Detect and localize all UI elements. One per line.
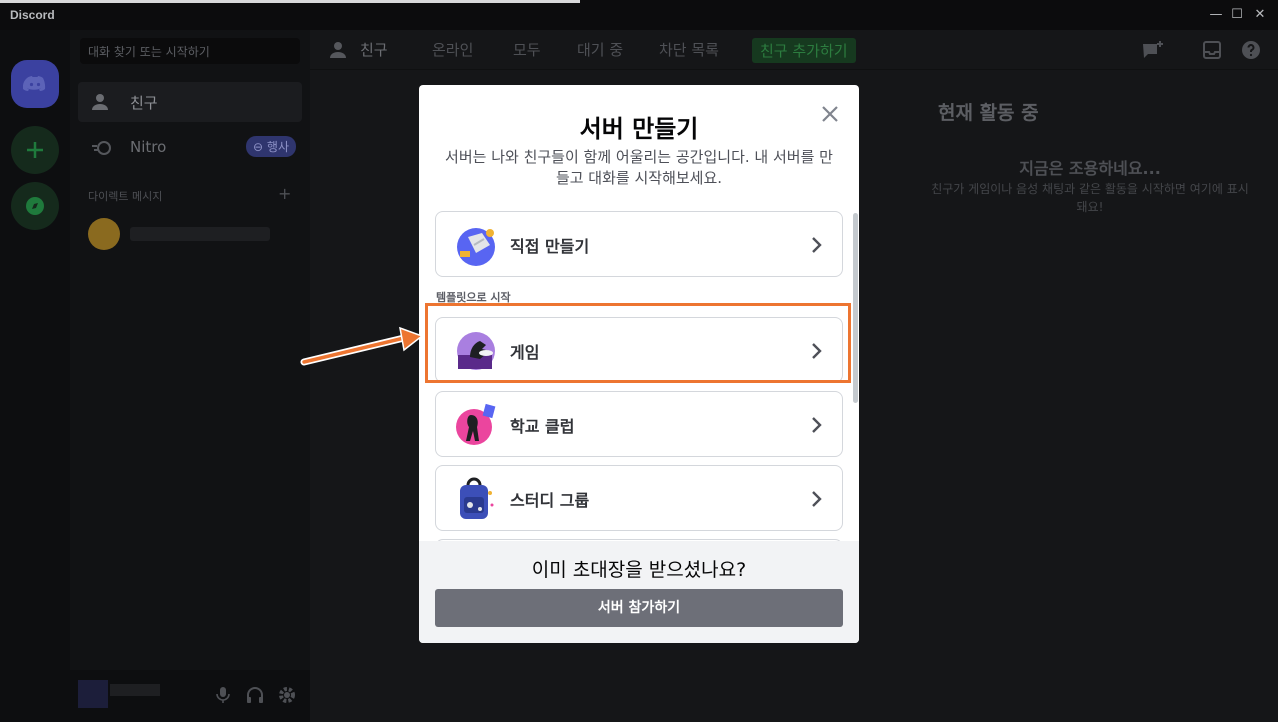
- friends-icon: [330, 42, 346, 58]
- server-list: [0, 30, 70, 722]
- modal-scrollbar[interactable]: [853, 213, 858, 403]
- new-group-dm-icon[interactable]: [1142, 40, 1164, 60]
- explore-servers-button[interactable]: [11, 182, 59, 230]
- tab-blocked[interactable]: 차단 목록: [659, 39, 719, 60]
- inbox-icon[interactable]: [1202, 40, 1222, 60]
- tab-online[interactable]: 온라인: [432, 39, 473, 60]
- chevron-right-icon: [812, 237, 822, 253]
- compass-icon: [26, 197, 44, 215]
- active-now-empty-title: 지금은 조용하네요...: [1019, 159, 1161, 178]
- template-school-club-option[interactable]: 학교 클럽: [435, 391, 843, 457]
- invite-question: 이미 초대장을 받으셨나요?: [531, 559, 747, 581]
- annotation-arrow-icon: [300, 326, 424, 366]
- modal-title: 서버 만들기: [579, 115, 699, 143]
- join-server-button[interactable]: 서버 참가하기: [435, 589, 843, 627]
- modal-description: 서버는 나와 친구들이 함께 어울리는 공간입니다. 내 서버를 만들고 대화를…: [445, 148, 833, 187]
- friends-icon: [92, 94, 108, 110]
- tab-pending[interactable]: 대기 중: [577, 39, 623, 60]
- study-group-icon: [460, 477, 494, 519]
- template-study-group-option[interactable]: 스터디 그룹: [435, 465, 843, 531]
- create-own-option[interactable]: 직접 만들기: [435, 211, 843, 277]
- user-panel: [70, 670, 310, 722]
- nitro-promo-badge: ⊖ 행사: [246, 136, 296, 157]
- avatar[interactable]: [78, 680, 108, 708]
- dm-search-input[interactable]: 대화 찾기 또는 시작하기: [80, 38, 300, 64]
- gaming-option-highlight: [425, 303, 851, 383]
- microphone-icon[interactable]: [216, 686, 230, 704]
- option-label: 직접 만들기: [510, 237, 590, 256]
- sidebar-item-label: 친구: [130, 94, 158, 112]
- friends-topbar: 친구 온라인 모두 대기 중 차단 목록 친구 추가하기: [310, 30, 1278, 70]
- top-strip: [0, 0, 580, 3]
- dm-section-header: 다이렉트 메시지: [88, 190, 163, 203]
- add-friend-button[interactable]: 친구 추가하기: [752, 38, 856, 63]
- gear-icon[interactable]: [278, 686, 296, 704]
- plus-icon: [27, 142, 43, 158]
- modal-footer: 이미 초대장을 받으셨나요? 서버 참가하기: [419, 541, 859, 643]
- title-bar: Discord — ☐ ✕: [0, 0, 1278, 30]
- option-label: 학교 클럽: [510, 417, 575, 436]
- school-club-icon: [456, 403, 496, 445]
- nitro-icon: [92, 141, 111, 155]
- minimize-button[interactable]: —: [1208, 7, 1224, 23]
- discord-logo-icon: [23, 76, 46, 91]
- option-label: 스터디 그룹: [510, 491, 590, 510]
- app-name: Discord: [10, 8, 55, 22]
- add-server-button[interactable]: [11, 126, 59, 174]
- sidebar-item-label: Nitro: [130, 138, 167, 156]
- headphones-icon[interactable]: [246, 686, 264, 704]
- chevron-right-icon: [812, 491, 822, 507]
- username-redacted: [110, 684, 160, 696]
- dm-sidebar: 대화 찾기 또는 시작하기 친구 Nitro ⊖ 행사 다이렉트 메시지 +: [70, 30, 310, 722]
- maximize-button[interactable]: ☐: [1229, 7, 1245, 23]
- sidebar-item-nitro[interactable]: Nitro ⊖ 행사: [78, 128, 302, 168]
- active-now-title: 현재 활동 중: [938, 102, 1039, 124]
- avatar[interactable]: [88, 218, 120, 250]
- tab-all[interactable]: 모두: [513, 39, 541, 60]
- dm-username-redacted[interactable]: [130, 227, 270, 241]
- close-window-button[interactable]: ✕: [1252, 7, 1268, 23]
- home-button[interactable]: [11, 60, 59, 108]
- chevron-right-icon: [812, 417, 822, 433]
- create-dm-button[interactable]: +: [278, 184, 291, 203]
- sidebar-item-friends[interactable]: 친구: [78, 82, 302, 122]
- active-now-empty-desc: 친구가 게임이나 음성 채팅과 같은 활동을 시작하면 여기에 표시돼요!: [931, 182, 1249, 214]
- create-own-icon: [457, 228, 495, 266]
- topbar-title: 친구: [360, 41, 388, 59]
- help-icon[interactable]: [1241, 40, 1261, 60]
